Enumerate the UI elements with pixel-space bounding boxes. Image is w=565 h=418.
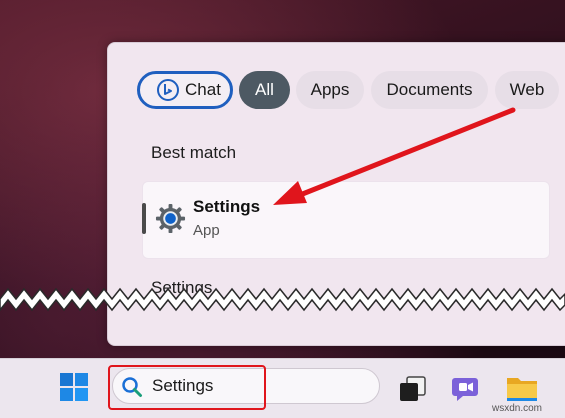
watermark: wsxdn.com: [492, 403, 543, 414]
torn-edge-divider: [0, 287, 565, 312]
folder-icon[interactable]: [505, 372, 539, 404]
best-match-heading: Best match: [151, 143, 237, 162]
gear-icon: [155, 203, 186, 234]
teams-chat-icon[interactable]: [450, 372, 482, 404]
chip-documents-label: Documents: [386, 80, 473, 99]
chip-chat[interactable]: Chat: [137, 71, 233, 109]
chip-documents[interactable]: Documents: [371, 71, 488, 109]
chip-apps[interactable]: Apps: [296, 71, 364, 109]
chip-web[interactable]: Web: [495, 71, 559, 109]
best-match-result[interactable]: [142, 181, 550, 259]
chip-apps-label: Apps: [310, 80, 350, 99]
chip-all-label: All: [255, 80, 274, 99]
bing-icon: [157, 79, 180, 101]
chip-web-label: Web: [509, 80, 545, 99]
windows-logo-icon[interactable]: [58, 371, 90, 403]
selection-indicator: [142, 203, 146, 234]
result-title: Settings: [193, 197, 261, 216]
result-subtitle: App: [193, 222, 220, 239]
search-highlight-annotation: [108, 365, 266, 410]
task-view-icon[interactable]: [397, 374, 429, 406]
chip-chat-label: Chat: [185, 80, 221, 99]
chip-all[interactable]: All: [239, 71, 290, 109]
